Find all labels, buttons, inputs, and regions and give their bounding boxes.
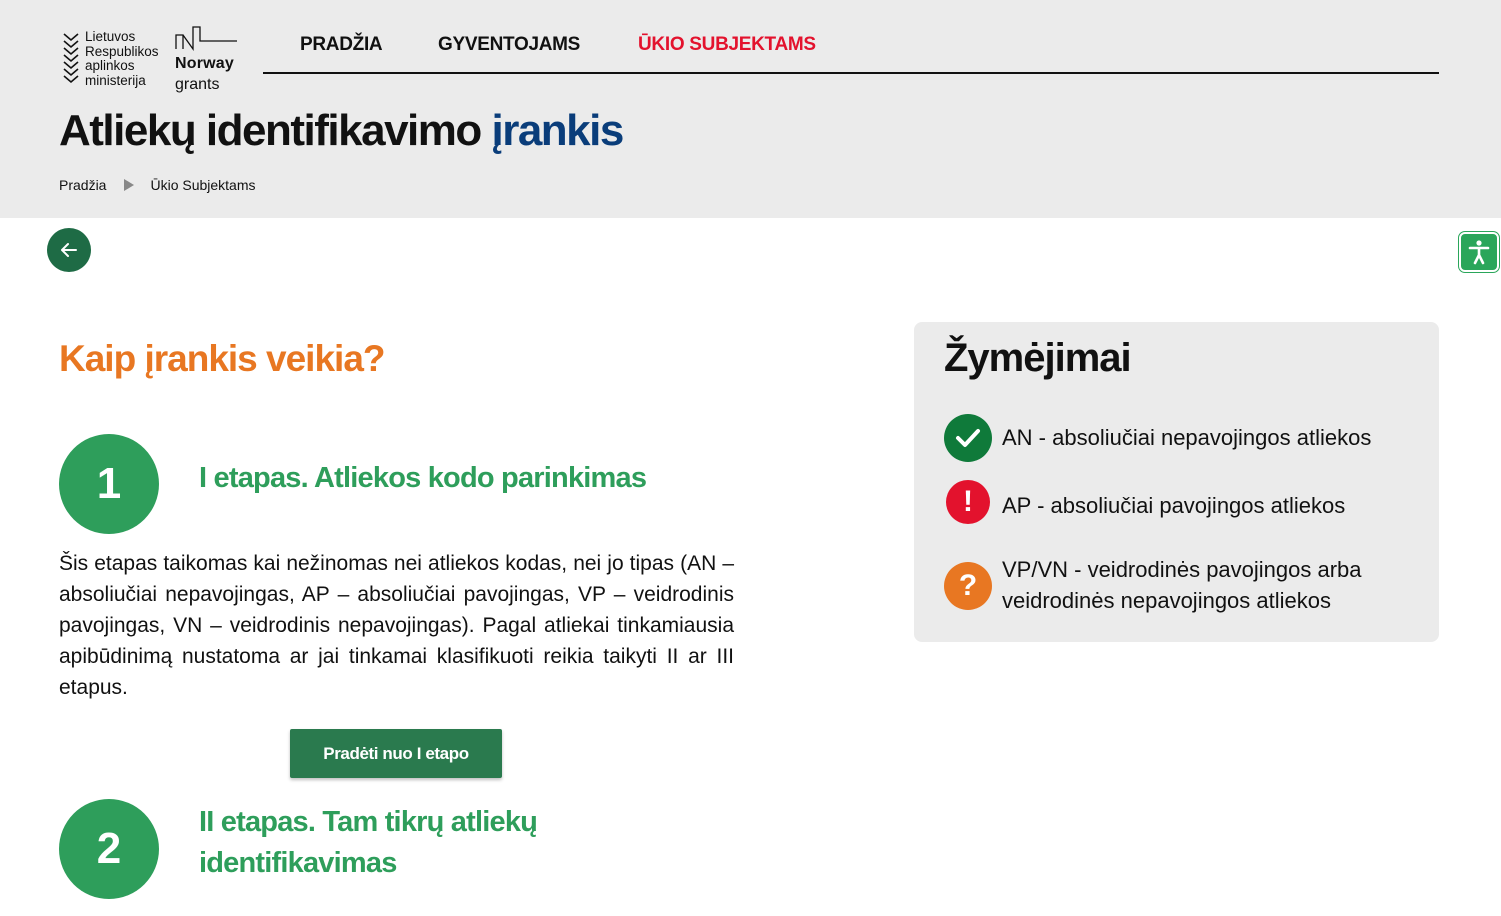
legend-text: AN - absoliučiai nepavojingos atliekos xyxy=(1002,425,1372,450)
section-title: Kaip įrankis veikia? xyxy=(59,338,386,379)
legend-item: ! AP - absoliučiai pavojingos atliekos xyxy=(944,480,1424,530)
nav-item-ukio-subjektams[interactable]: ŪKIO SUBJEKTAMS xyxy=(638,34,816,56)
ministry-emblem-icon xyxy=(63,33,79,84)
step-title: II etapas. Tam tikrų atliekų identifikav… xyxy=(199,806,538,879)
legend-title: Žymėjimai xyxy=(944,336,1132,380)
breadcrumb: Pradžia Ūkio Subjektams xyxy=(59,177,256,193)
check-icon xyxy=(944,414,992,462)
norway-label: Norway xyxy=(175,55,234,72)
legend-text: AP - absoliučiai pavojingos atliekos xyxy=(1002,493,1346,518)
start-stage-one-button[interactable]: Pradėti nuo I etapo xyxy=(290,729,502,778)
page-title: Atliekų identifikavimo įrankis xyxy=(59,106,624,155)
exclamation-icon: ! xyxy=(946,480,990,524)
site-header: Lietuvos Respublikos aplinkos ministerij… xyxy=(0,0,1501,218)
breadcrumb-item-home[interactable]: Pradžia xyxy=(59,177,106,193)
question-icon: ? xyxy=(944,562,992,610)
step-description: Šis etapas taikomas kai nežinomas nei at… xyxy=(59,552,734,699)
ministry-logo[interactable]: Lietuvos Respublikos aplinkos ministerij… xyxy=(62,29,172,90)
accessibility-button[interactable] xyxy=(1459,232,1499,272)
breadcrumb-separator-icon xyxy=(124,179,135,191)
norway-grants-mark-icon xyxy=(175,26,237,51)
grants-label: grants xyxy=(175,76,220,93)
step-title: I etapas. Atliekos kodo parinkimas xyxy=(199,462,647,494)
accessibility-icon xyxy=(1468,240,1490,265)
breadcrumb-item-current[interactable]: Ūkio Subjektams xyxy=(150,177,255,193)
arrow-left-icon xyxy=(61,243,77,257)
legend-panel: Žymėjimai AN - absoliučiai nepavojingos … xyxy=(914,322,1439,642)
legend-text: VP/VN - veidrodinės pavojingos arba veid… xyxy=(1002,557,1362,613)
ministry-name: Lietuvos Respublikos aplinkos ministerij… xyxy=(85,29,159,88)
norway-grants-logo[interactable]: Norway grants xyxy=(175,25,239,95)
nav-item-gyventojams[interactable]: GYVENTOJAMS xyxy=(438,34,580,56)
nav-item-pradzia[interactable]: PRADŽIA xyxy=(300,34,383,56)
step-number-badge: 2 xyxy=(59,799,159,899)
back-button[interactable] xyxy=(47,228,91,272)
step-number-badge: 1 xyxy=(59,434,159,534)
legend-item: AN - absoliučiai nepavojingos atliekos xyxy=(944,414,1424,464)
legend-item: ? VP/VN - veidrodinės pavojingos arba ve… xyxy=(944,556,1424,626)
main-navigation: PRADŽIA GYVENTOJAMS ŪKIO SUBJEKTAMS xyxy=(263,30,1439,74)
